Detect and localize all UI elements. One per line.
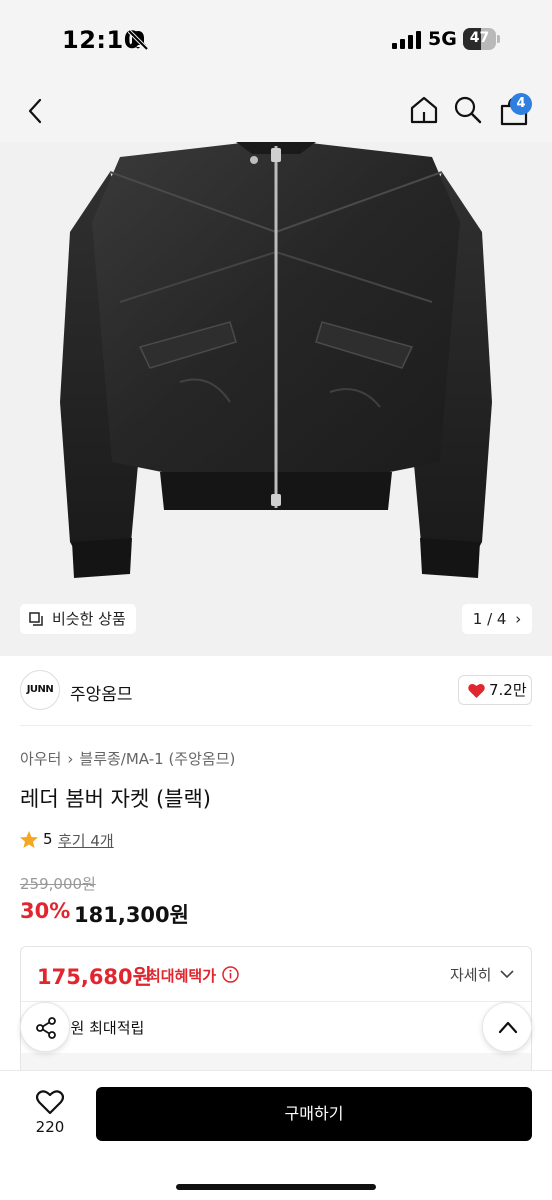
original-price: 259,000원 xyxy=(20,875,96,893)
chevron-right-icon: › xyxy=(515,610,522,628)
max-benefit-label: 최대혜택가 xyxy=(147,967,217,985)
breadcrumb-subcategory[interactable]: 블루종/MA-1 (주앙옴므) xyxy=(79,750,235,768)
brand-name[interactable]: 주앙옴므 xyxy=(70,680,133,705)
similar-products-label: 비슷한 상품 xyxy=(52,610,126,628)
benefit-detail-label: 자세히 xyxy=(450,966,492,984)
product-image-gallery[interactable] xyxy=(0,142,552,656)
review-link[interactable]: 후기 4개 xyxy=(58,830,114,851)
chevron-up-icon xyxy=(498,1021,518,1034)
cart-count-badge: 4 xyxy=(510,93,532,115)
copy-icon xyxy=(29,612,43,626)
info-icon[interactable] xyxy=(222,966,239,983)
heart-filled-icon xyxy=(468,683,485,698)
brand-like-button[interactable]: 7.2만 xyxy=(458,675,532,705)
home-indicator xyxy=(176,1184,376,1190)
page-indicator-label: 1 / 4 xyxy=(472,610,507,628)
image-page-indicator[interactable]: 1 / 4 › xyxy=(462,604,532,634)
share-icon xyxy=(36,1017,56,1039)
product-title: 레더 봄버 자켓 (블랙) xyxy=(20,787,211,811)
share-button[interactable] xyxy=(20,1002,70,1052)
star-icon xyxy=(20,831,38,848)
max-benefit-price: 175,680원 xyxy=(37,965,152,989)
battery-icon: 47 xyxy=(463,28,500,50)
brand-like-count: 7.2만 xyxy=(489,681,527,699)
divider xyxy=(21,1001,531,1002)
network-type: 5G xyxy=(428,28,457,50)
rating-score: 5 xyxy=(43,830,53,848)
top-nav xyxy=(0,80,552,142)
benefit-detail-toggle[interactable]: 자세히 xyxy=(450,964,514,985)
buy-button[interactable]: 구매하기 xyxy=(96,1087,532,1141)
back-icon[interactable] xyxy=(20,95,52,127)
max-benefit-box: 175,680원 최대혜택가 자세히 0원 최대적립 xyxy=(20,946,532,1086)
breadcrumb-category[interactable]: 아우터 xyxy=(20,750,61,768)
max-points-text: 0원 최대적립 xyxy=(61,1019,145,1037)
breadcrumb: 아우터 › 블루종/MA-1 (주앙옴므) xyxy=(20,748,235,769)
brand-logo[interactable]: JUNN xyxy=(20,670,60,710)
home-icon[interactable] xyxy=(408,94,440,126)
bell-slash-icon xyxy=(128,29,148,51)
wish-count: 220 xyxy=(35,1118,65,1136)
battery-level: 47 xyxy=(469,30,490,46)
chevron-right-icon: › xyxy=(67,750,74,768)
divider xyxy=(20,725,532,726)
scroll-top-button[interactable] xyxy=(482,1002,532,1052)
product-image xyxy=(60,142,492,578)
status-bar: 12:10 5G 47 xyxy=(0,0,552,80)
signal-icon xyxy=(392,31,421,49)
chevron-down-icon xyxy=(500,970,514,979)
discount-rate: 30% xyxy=(20,899,71,923)
search-icon[interactable] xyxy=(452,94,484,126)
heart-outline-icon[interactable] xyxy=(36,1089,64,1115)
sale-price: 181,300원 xyxy=(74,903,189,927)
similar-products-button[interactable]: 비슷한 상품 xyxy=(20,604,136,634)
